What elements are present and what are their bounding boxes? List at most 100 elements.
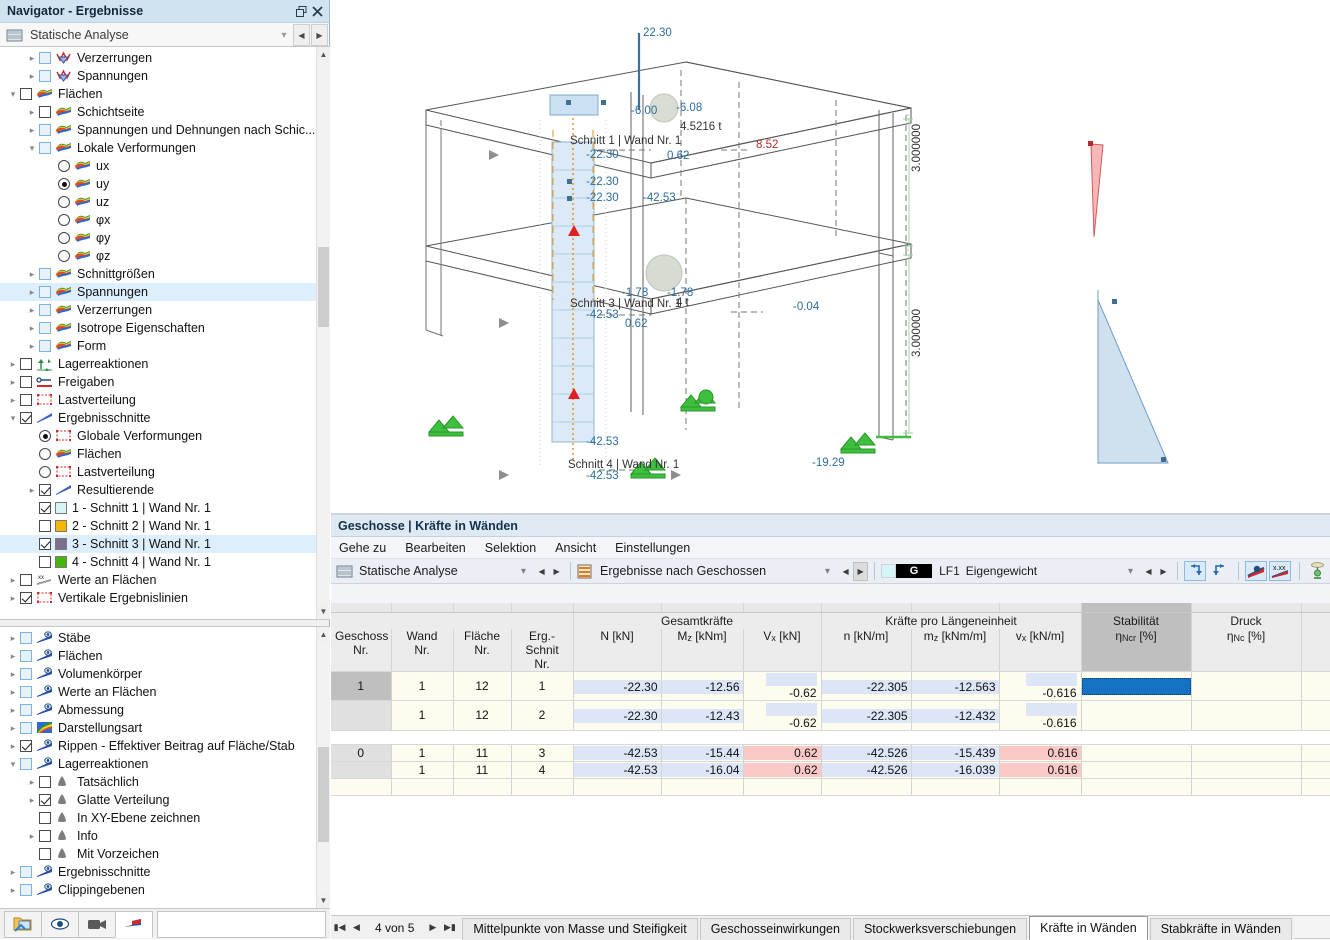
expand-icon[interactable]: ▸	[25, 481, 39, 499]
cell-eta-nc[interactable]	[1191, 672, 1301, 701]
expand-icon[interactable]: ▸	[6, 629, 20, 647]
prev-analysis-button[interactable]: ◀	[293, 24, 310, 46]
cell-eta-ncr[interactable]	[1081, 701, 1191, 730]
menu-item-einstellungen[interactable]: Einstellungen	[615, 541, 690, 555]
close-icon[interactable]	[309, 3, 325, 19]
cell-mz[interactable]: -16.039	[911, 761, 999, 778]
tree-checkbox[interactable]	[39, 142, 51, 154]
cell-Vx[interactable]: -0.62	[743, 672, 821, 701]
table-column-header[interactable]: Erg.-SchnitNr.	[511, 629, 573, 672]
tree-checkbox[interactable]	[39, 520, 51, 532]
tree-item[interactable]: ▾Lagerreaktionen	[0, 755, 330, 773]
next-analysis-button[interactable]: ▶	[311, 24, 328, 46]
table-column-header[interactable]: N [kN]	[573, 629, 661, 672]
table-row[interactable]: 01113-42.53-15.440.62-42.526-15.4390.616	[331, 744, 1330, 761]
next-page-button[interactable]: ▶	[424, 917, 441, 939]
tree-item[interactable]: ▾Flächen	[0, 85, 330, 103]
cell-n[interactable]: -22.305	[821, 701, 911, 730]
tree-checkbox[interactable]	[20, 722, 32, 734]
tree-radio-selected[interactable]	[39, 430, 51, 442]
tree-item[interactable]: ▸Info	[0, 827, 330, 845]
expand-icon[interactable]: ▸	[25, 319, 39, 337]
tree-checkbox-checked[interactable]	[39, 794, 51, 806]
table-column-header[interactable]: vx [kN/m]	[999, 629, 1081, 672]
navigator-tree-top[interactable]: ▸Verzerrungen▸Spannungen▾Flächen▸Schicht…	[0, 46, 330, 620]
tree-checkbox-checked[interactable]	[39, 484, 51, 496]
cell-Mz[interactable]: -15.44	[661, 744, 743, 761]
chevron-down-icon-analysis[interactable]: ▾	[521, 566, 526, 577]
cell-erg-schnitt-nr[interactable]: 1	[511, 672, 573, 701]
tree-checkbox[interactable]	[20, 574, 32, 586]
result-diagram-icon[interactable]	[115, 911, 153, 938]
cell-Mz[interactable]: -16.04	[661, 761, 743, 778]
table-column-header[interactable]: mz [kNm/m]	[911, 629, 999, 672]
cell-flaeche-nr[interactable]: 12	[453, 672, 511, 701]
cell-geschoss-nr[interactable]: 1	[331, 672, 391, 701]
tree-item[interactable]: ▸Isotrope Eigenschaften	[0, 319, 330, 337]
cell-Vx[interactable]: -0.62	[743, 701, 821, 730]
model-viewport[interactable]: 22.30-6.00-6.084.5216 tSchnitt 1 | Wand …	[331, 0, 1330, 513]
cell-Mz[interactable]: -12.43	[661, 701, 743, 730]
menu-item-gehe-zu[interactable]: Gehe zu	[339, 541, 386, 555]
table-column-header[interactable]: Vx [kN]	[743, 629, 821, 672]
tree-item[interactable]: ▸Tatsächlich	[0, 773, 330, 791]
prev-result-button[interactable]: ◀	[838, 562, 853, 581]
expand-icon[interactable]: ▸	[25, 49, 39, 67]
menu-item-bearbeiten[interactable]: Bearbeiten	[405, 541, 465, 555]
expand-icon[interactable]: ▸	[25, 773, 39, 791]
expand-icon[interactable]: ▸	[6, 701, 20, 719]
expand-icon[interactable]: ▸	[25, 67, 39, 85]
cell-geschoss-nr[interactable]	[331, 701, 391, 730]
result-tab[interactable]: Stockwerksverschiebungen	[853, 918, 1027, 940]
undo-icon[interactable]	[1184, 561, 1206, 581]
tree-item[interactable]: ▸Ergebnisschnitte	[0, 863, 330, 881]
render-icon[interactable]	[1306, 561, 1328, 581]
cell-geschoss-nr[interactable]	[331, 761, 391, 778]
tree-checkbox[interactable]	[39, 286, 51, 298]
cell-flaeche-nr[interactable]: 11	[453, 744, 511, 761]
cell-eta-ncr[interactable]	[1081, 744, 1191, 761]
cell-mz[interactable]: -12.563	[911, 672, 999, 701]
collapse-icon[interactable]: ▾	[25, 139, 39, 157]
tree-checkbox[interactable]	[39, 340, 51, 352]
table-row-empty[interactable]	[331, 778, 1330, 795]
open-folder-icon[interactable]	[4, 911, 42, 938]
tree-item[interactable]: ▸Flächen	[0, 647, 330, 665]
tree-item[interactable]: ▸Volumenkörper	[0, 665, 330, 683]
tree-checkbox[interactable]	[39, 830, 51, 842]
table-column-header[interactable]: ηNc [%]	[1191, 629, 1301, 672]
tree-item[interactable]: ▸Form	[0, 337, 330, 355]
cell-eta-ncr[interactable]	[1081, 761, 1191, 778]
table-column-header[interactable]: WandNr.	[391, 629, 453, 672]
tree-item[interactable]: ▸Schnittgrößen	[0, 265, 330, 283]
tree-checkbox[interactable]	[39, 556, 51, 568]
chevron-down-icon[interactable]: ▾	[275, 30, 293, 41]
table-row[interactable]: 1114-42.53-16.040.62-42.526-16.0390.616	[331, 761, 1330, 778]
expand-icon[interactable]: ▸	[6, 665, 20, 683]
tree-checkbox[interactable]	[39, 70, 51, 82]
tree-item[interactable]: ▸Spannungen	[0, 283, 330, 301]
tree-checkbox[interactable]	[39, 322, 51, 334]
tree-checkbox[interactable]	[39, 52, 51, 64]
tree-checkbox-checked[interactable]	[20, 412, 32, 424]
tree-checkbox[interactable]	[20, 758, 32, 770]
tree-radio[interactable]	[39, 448, 51, 460]
menu-item-ansicht[interactable]: Ansicht	[555, 541, 596, 555]
tree-item[interactable]: uy	[0, 175, 330, 193]
expand-icon[interactable]: ▸	[6, 391, 20, 409]
tree-radio-selected[interactable]	[58, 178, 70, 190]
table-row[interactable]: 11121-22.30-12.56 -0.62-22.305-12.563 -0…	[331, 672, 1330, 701]
tree-item[interactable]: ▸Verzerrungen	[0, 301, 330, 319]
tree-checkbox[interactable]	[20, 884, 32, 896]
tree-radio[interactable]	[58, 160, 70, 172]
tree-item[interactable]: ▸xxWerte an Flächen	[0, 571, 330, 589]
expand-icon[interactable]: ▸	[25, 121, 39, 139]
tree-checkbox[interactable]	[39, 776, 51, 788]
tree-checkbox[interactable]	[20, 358, 32, 370]
tree-item[interactable]: 2 - Schnitt 2 | Wand Nr. 1	[0, 517, 330, 535]
scroll-thumb[interactable]	[318, 247, 329, 327]
tree-radio[interactable]	[58, 196, 70, 208]
tree-checkbox[interactable]	[20, 668, 32, 680]
result-tab[interactable]: Geschosseinwirkungen	[700, 918, 851, 940]
cell-n[interactable]: -42.526	[821, 744, 911, 761]
